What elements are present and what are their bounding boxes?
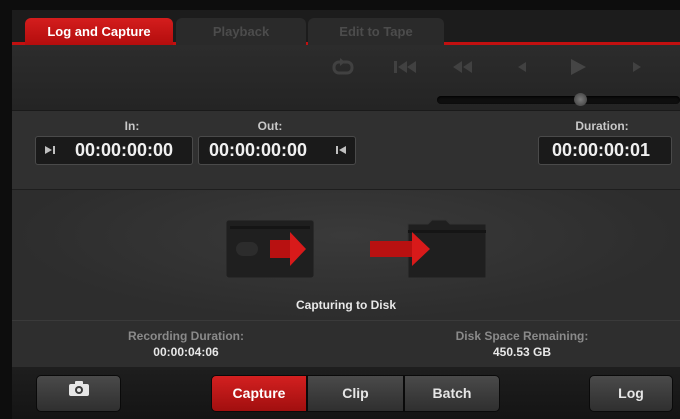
capture-button[interactable]: Capture	[211, 375, 307, 412]
grab-still-button[interactable]	[36, 375, 121, 412]
duration-timecode-value: 00:00:00:01	[552, 140, 651, 160]
timecode-panel: In: Out: Duration: 00:00:00:00 00:00:00:…	[12, 111, 680, 190]
capture-status-area: Capturing to Disk	[12, 190, 680, 320]
tab-edit-to-tape[interactable]: Edit to Tape	[308, 18, 444, 45]
jog-slider-knob[interactable]	[574, 93, 587, 106]
recording-duration-label: Recording Duration:	[128, 329, 244, 343]
step-back-icon[interactable]	[514, 57, 530, 77]
out-timecode-value: 00:00:00:00	[209, 140, 308, 160]
tape-deck-icon	[225, 219, 315, 283]
play-icon[interactable]	[568, 57, 588, 77]
rewind-icon[interactable]	[450, 57, 476, 77]
in-label: In:	[124, 119, 140, 133]
jog-slider[interactable]	[437, 93, 680, 106]
folder-icon	[370, 218, 488, 283]
tab-playback[interactable]: Playback	[176, 18, 306, 45]
transport-controls	[12, 45, 680, 111]
out-timecode-field[interactable]: 00:00:00:00	[198, 136, 356, 165]
go-to-start-icon[interactable]	[392, 57, 418, 77]
batch-button[interactable]: Batch	[404, 375, 500, 412]
disk-space-label: Disk Space Remaining:	[455, 329, 589, 343]
capture-info-panel: Recording Duration: 00:00:04:06 Disk Spa…	[12, 320, 680, 368]
in-timecode-field[interactable]: 00:00:00:00	[35, 136, 193, 165]
duration-label: Duration:	[575, 119, 629, 133]
in-timecode-value: 00:00:00:00	[75, 140, 174, 160]
mark-out-button[interactable]	[327, 137, 355, 164]
step-forward-icon[interactable]	[629, 57, 645, 77]
capture-window: Log and Capture Playback Edit to Tape In…	[12, 10, 680, 419]
recording-duration-value: 00:00:04:06	[153, 345, 219, 359]
out-label: Out:	[257, 119, 283, 133]
mark-in-button[interactable]	[36, 137, 64, 164]
capture-status-text: Capturing to Disk	[295, 298, 396, 312]
bottom-toolbar: Capture Clip Batch Log	[12, 367, 680, 419]
log-button[interactable]: Log	[589, 375, 673, 412]
disk-space-value: 450.53 GB	[492, 345, 552, 359]
clip-button[interactable]: Clip	[307, 375, 404, 412]
duration-timecode-field: 00:00:00:01	[538, 136, 672, 165]
camera-icon	[68, 375, 90, 410]
tab-log-and-capture[interactable]: Log and Capture	[25, 18, 173, 45]
tab-bar: Log and Capture Playback Edit to Tape	[12, 10, 680, 45]
loop-icon[interactable]	[332, 57, 354, 77]
